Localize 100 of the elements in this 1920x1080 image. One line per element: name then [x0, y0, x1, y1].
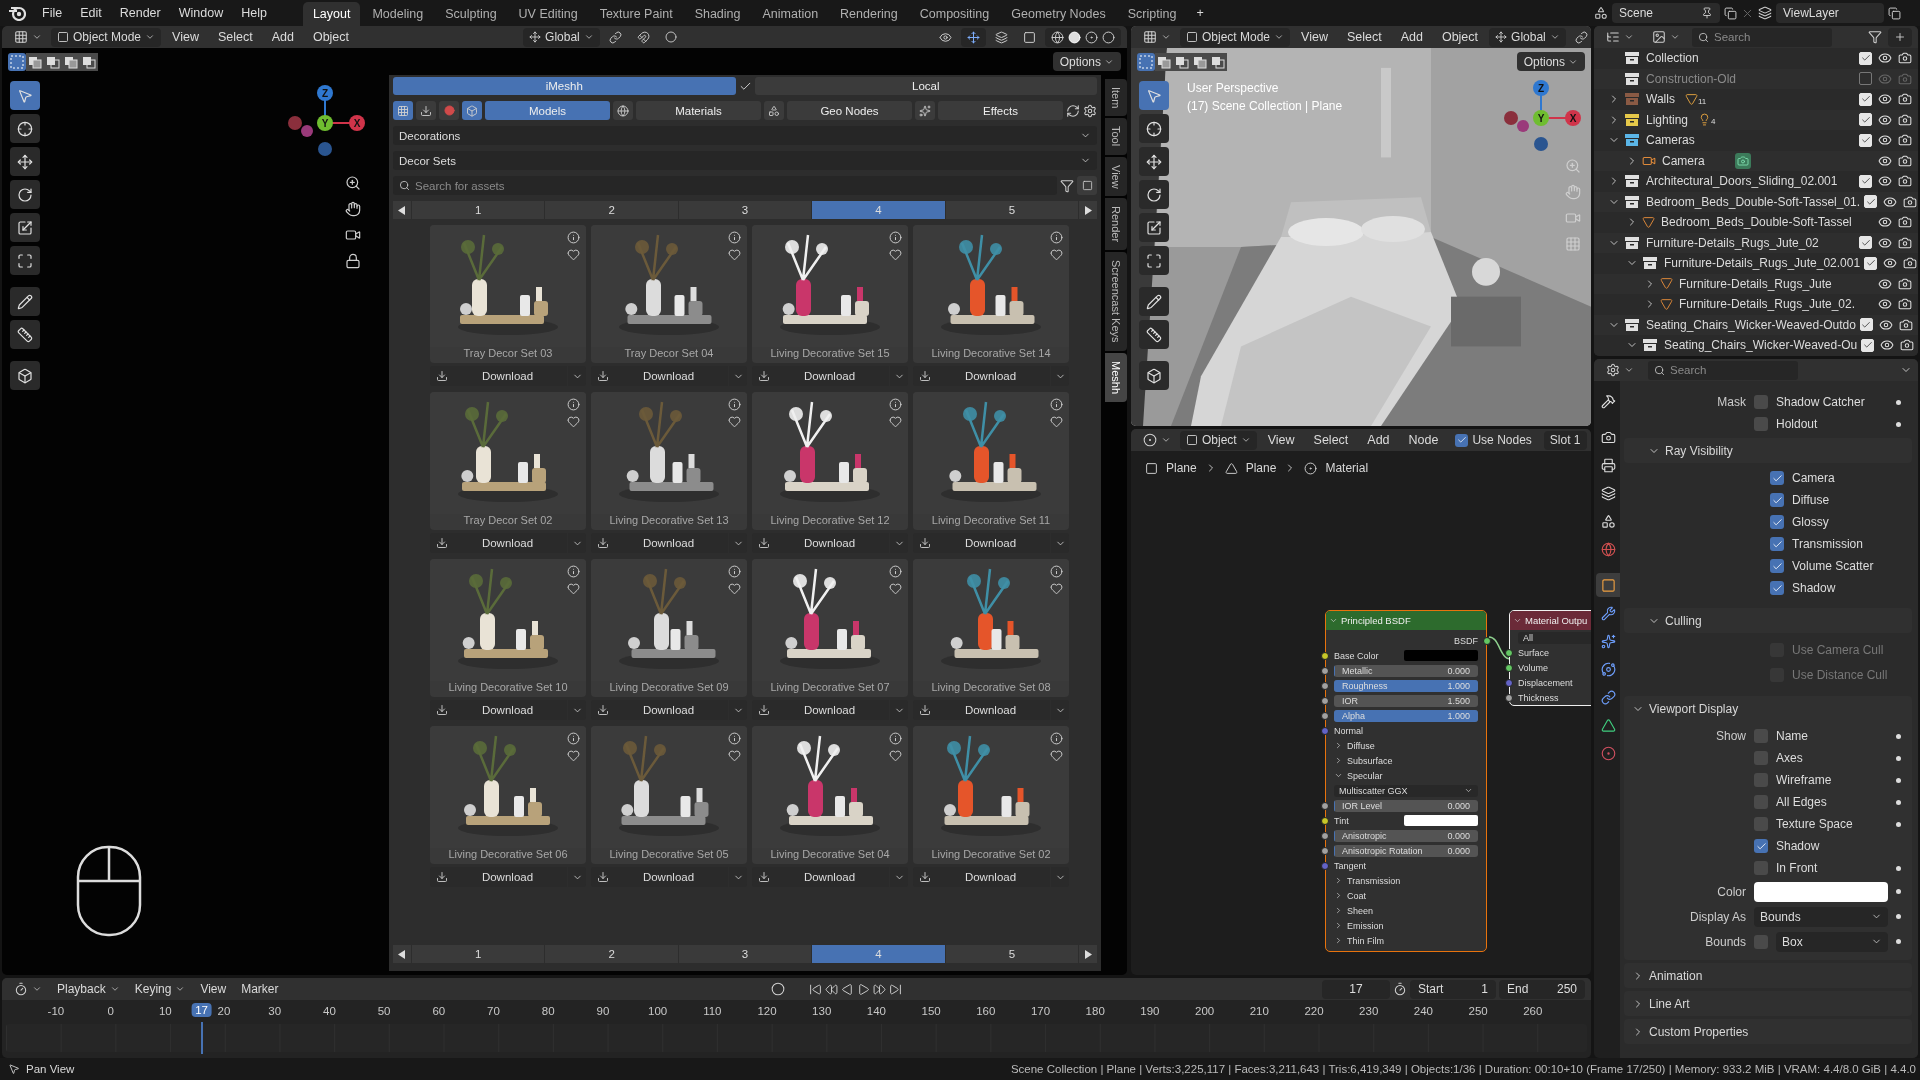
value-slider[interactable]: Anisotropic 0.000	[1334, 829, 1478, 842]
orientation-dropdown[interactable]: Global	[523, 27, 600, 47]
checkbox-label[interactable]: All Edges	[1776, 795, 1827, 809]
workspace-tab[interactable]: Texture Paint	[589, 2, 683, 26]
menu-item[interactable]: Playback	[51, 979, 126, 999]
outliner-item[interactable]: Walls	[1646, 92, 1675, 107]
category-tab[interactable]: Materials	[636, 101, 761, 120]
value-slider[interactable]: IOR Level 0.000	[1334, 799, 1478, 812]
page-button[interactable]: 2	[545, 201, 678, 219]
display-dropdown[interactable]: Bounds	[1754, 906, 1888, 927]
outliner-item[interactable]: Collection	[1646, 51, 1699, 66]
source-tab[interactable]: Local	[754, 77, 1097, 95]
checkbox-label[interactable]: Diffuse	[1792, 493, 1830, 507]
workspace-tab[interactable]: Shading	[684, 2, 751, 26]
page-button[interactable]: 1	[412, 945, 545, 963]
panel-title[interactable]: Ray Visibility	[1665, 443, 1733, 458]
menu-item[interactable]: Select	[1338, 27, 1390, 47]
outliner-item[interactable]: Seating_Chairs_Wicker-Weaved-Ou	[1664, 338, 1858, 353]
search-field[interactable]: Search	[1692, 27, 1832, 47]
menu-item[interactable]: Node	[1400, 430, 1447, 450]
sidebar-tab[interactable]: Screencast Keys	[1105, 252, 1127, 351]
current-frame-marker[interactable]: 17	[191, 1003, 212, 1017]
menu-item[interactable]: Marker	[235, 979, 285, 999]
outliner-item[interactable]: Furniture-Details_Rugs_Jute_02.001	[1664, 256, 1861, 271]
use-nodes-checkbox[interactable]: Use Nodes	[1449, 430, 1538, 450]
menu-item[interactable]: Edit	[72, 3, 110, 23]
view-layer-field[interactable]: ViewLayer	[1776, 3, 1884, 23]
menu-item[interactable]: Add	[1359, 430, 1398, 450]
target-dropdown[interactable]: All	[1518, 631, 1591, 644]
panel-title[interactable]: Culling	[1665, 613, 1702, 628]
orientation-dropdown[interactable]: Global	[1489, 27, 1566, 47]
workspace-tab[interactable]: Modeling	[362, 2, 434, 26]
panel-title[interactable]: Viewport Display	[1649, 701, 1739, 716]
menu-item[interactable]: View	[194, 979, 233, 999]
panel-label[interactable]: Thin Film	[1347, 935, 1384, 946]
menu-item[interactable]: Add	[1392, 27, 1431, 47]
value-slider[interactable]: Metallic 0.000	[1334, 664, 1478, 677]
checkbox-label[interactable]: Shadow	[1776, 839, 1820, 853]
menu-item[interactable]: Add	[263, 27, 302, 47]
navigation-gizmo[interactable]: Z Y X	[285, 83, 369, 159]
checkbox-label[interactable]: Texture Space	[1776, 817, 1853, 831]
checkbox-label[interactable]: Shadow	[1792, 581, 1836, 595]
panel-label[interactable]: Transmission	[1347, 875, 1401, 886]
outliner-item[interactable]: Lighting	[1646, 112, 1689, 127]
sidebar-tab[interactable]: Item	[1105, 79, 1127, 117]
workspace-tab[interactable]: Scripting	[1117, 2, 1187, 26]
workspace-tab[interactable]: Layout	[302, 2, 361, 26]
search-field[interactable]: Search for assets	[393, 176, 1057, 195]
end-frame-field[interactable]: End 250	[1499, 979, 1585, 999]
page-button[interactable]: 4	[812, 201, 945, 219]
checkbox-label[interactable]: Name	[1776, 729, 1808, 743]
menu-item[interactable]: Select	[1305, 430, 1357, 450]
panel-title[interactable]: Line Art	[1649, 996, 1690, 1011]
menu-item[interactable]: Keying	[128, 979, 192, 999]
breadcrumb-item[interactable]: Plane	[1245, 461, 1277, 475]
checkbox-label[interactable]: Glossy	[1792, 515, 1829, 529]
category-dropdown[interactable]: Decorations	[393, 126, 1097, 145]
workspace-tab[interactable]: Sculpting	[435, 2, 507, 26]
checkbox-label[interactable]: Volume Scatter	[1792, 559, 1874, 573]
menu-item[interactable]: Render	[111, 3, 169, 23]
outliner-item[interactable]: Bedroom_Beds_Double-Soft-Tassel	[1661, 215, 1852, 230]
value-slider[interactable]: IOR 1.500	[1334, 694, 1478, 707]
subcategory-dropdown[interactable]: Decor Sets	[393, 151, 1097, 170]
workspace-tab[interactable]: Compositing	[909, 2, 1000, 26]
sidebar-tab[interactable]: View	[1105, 156, 1127, 197]
start-frame-field[interactable]: Start 1	[1410, 979, 1496, 999]
page-button[interactable]: 4	[812, 945, 945, 963]
value-slider[interactable]: Anisotropic Rotation 0.000	[1334, 844, 1478, 857]
panel-label[interactable]: Subsurface	[1347, 755, 1393, 766]
checkbox-label[interactable]: Axes	[1776, 751, 1803, 765]
current-frame-field[interactable]: 17	[1322, 979, 1390, 999]
checkbox-label[interactable]: Camera	[1792, 471, 1835, 485]
workspace-tab[interactable]: UV Editing	[508, 2, 588, 26]
value-slider[interactable]: Alpha 1.000	[1334, 709, 1478, 722]
menu-item[interactable]: Object	[1433, 27, 1487, 47]
category-tab[interactable]: Models	[485, 101, 610, 120]
mode-dropdown[interactable]: Object Mode	[1180, 27, 1291, 47]
checkbox-label[interactable]: Transmission	[1792, 537, 1863, 551]
page-button[interactable]: 3	[678, 201, 812, 219]
sidebar-tab[interactable]: Render	[1105, 198, 1127, 251]
mode-dropdown[interactable]: Object Mode	[51, 27, 162, 47]
menu-item[interactable]: Select	[209, 27, 261, 47]
outliner-item[interactable]: Architectural_Doors_Sliding_02.001	[1646, 174, 1838, 189]
menu-item[interactable]: Help	[233, 3, 275, 23]
value-slider[interactable]: Roughness 1.000	[1334, 679, 1478, 692]
slot-dropdown[interactable]: Slot 1	[1543, 430, 1587, 450]
menu-item[interactable]: View	[1259, 430, 1303, 450]
navigation-gizmo[interactable]: Z Y X	[1501, 78, 1585, 154]
panel-label[interactable]: Diffuse	[1347, 740, 1375, 751]
menu-item[interactable]: Object	[304, 27, 358, 47]
workspace-tab[interactable]: Geometry Nodes	[1001, 2, 1116, 26]
outliner-item[interactable]: Cameras	[1646, 133, 1695, 148]
outliner-item[interactable]: Camera	[1662, 153, 1705, 168]
checkbox-label[interactable]: In Front	[1776, 861, 1818, 875]
menu-item[interactable]: Window	[170, 3, 232, 23]
options-button[interactable]: Options	[1516, 52, 1585, 71]
workspace-tab[interactable]: Rendering	[830, 2, 908, 26]
add-workspace-button[interactable]: +	[1188, 3, 1212, 23]
category-tab[interactable]: Geo Nodes	[787, 101, 912, 120]
panel-label[interactable]: Emission	[1347, 920, 1384, 931]
